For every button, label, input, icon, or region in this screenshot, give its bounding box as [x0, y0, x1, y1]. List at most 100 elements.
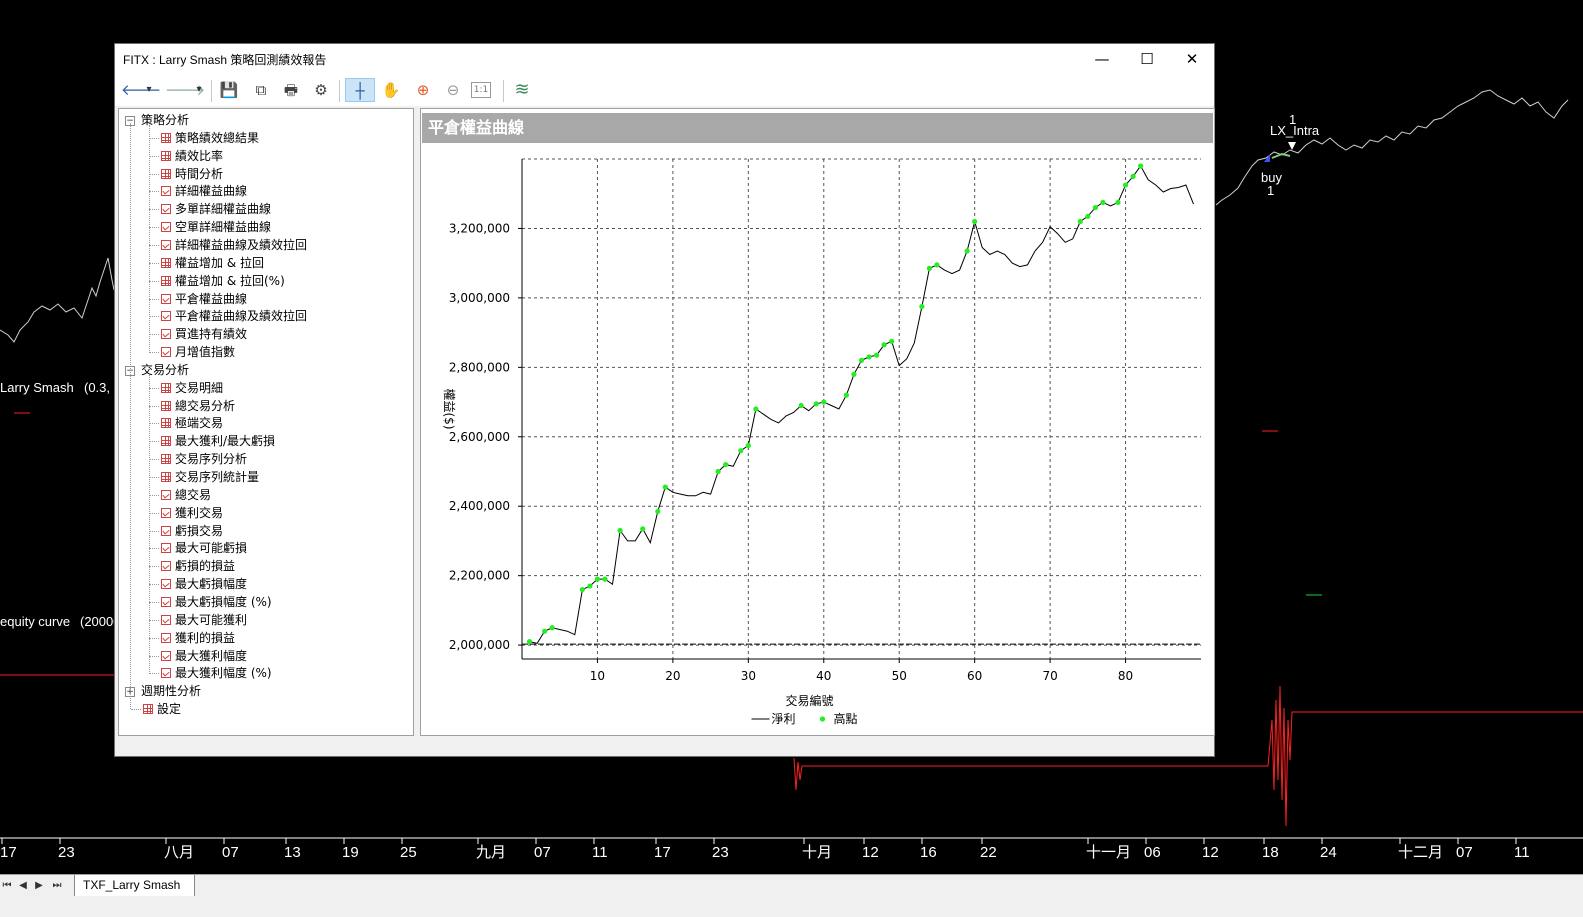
date-axis-label: 九月	[476, 844, 506, 861]
x-tick-label: 30	[741, 669, 756, 683]
high-point-marker	[715, 468, 721, 475]
high-point-marker	[813, 401, 819, 407]
tree-item[interactable]: 買進持有績效	[161, 325, 247, 343]
tree-item[interactable]: 交易明細	[161, 379, 223, 397]
tree-item[interactable]: 虧損的損益	[161, 557, 235, 575]
forward-dropdown-icon[interactable]: ▾	[193, 78, 205, 102]
high-point-marker	[1122, 182, 1129, 188]
tree-item-settings[interactable]: 設定	[143, 700, 181, 718]
table-report-icon	[161, 400, 171, 411]
tree-connector	[149, 209, 159, 211]
print-icon[interactable]: 🖶	[279, 78, 303, 102]
curve-chart-icon[interactable]: ≋	[510, 78, 534, 102]
tree-item[interactable]: 總交易	[161, 486, 211, 504]
strategy-indicator-params: (0.3,	[84, 380, 110, 395]
tree-item[interactable]: 總交易分析	[161, 397, 235, 415]
window-titlebar[interactable]: FITX : Larry Smash 策略回測績效報告 — ☐ ✕	[115, 44, 1214, 74]
date-axis-label: 十月	[802, 844, 832, 861]
high-point-marker	[934, 262, 940, 268]
high-point-marker	[723, 461, 729, 468]
high-point-marker	[1092, 205, 1098, 211]
tree-item[interactable]: 最大獲利幅度 (%)	[161, 664, 272, 682]
y-axis-label: 權益($)	[442, 389, 456, 430]
pan-hand-icon[interactable]: ✋	[379, 78, 403, 102]
tree-item[interactable]: 時間分析	[161, 165, 223, 183]
zoom-reset-icon[interactable]: 1:1	[471, 82, 491, 98]
tree-item[interactable]: 最大可能獲利	[161, 611, 247, 629]
tree-item-label: 最大可能獲利	[175, 612, 248, 627]
chart-report-icon	[161, 311, 171, 322]
prev-sheet-icon[interactable]: ◀	[16, 879, 30, 893]
tree-item[interactable]: 獲利的損益	[161, 629, 235, 647]
tree-connector	[149, 619, 159, 621]
tree-item[interactable]: 權益增加 & 拉回(%)	[161, 272, 285, 290]
tree-item[interactable]: 月增值指數	[161, 343, 235, 361]
date-axis-label: 16	[920, 844, 937, 861]
back-dropdown-icon[interactable]: ▾	[143, 78, 155, 102]
tree-item[interactable]: 空單詳細權益曲線	[161, 218, 271, 236]
date-axis-label: 19	[342, 844, 359, 861]
high-point-marker	[851, 371, 857, 377]
save-icon[interactable]: 💾	[217, 78, 241, 102]
minimize-button[interactable]: —	[1079, 44, 1125, 74]
high-point-marker	[587, 583, 593, 589]
tree-connector	[149, 477, 159, 478]
price-trace-left	[0, 257, 115, 343]
tree-item[interactable]: 詳細權益曲線及績效拉回	[161, 236, 307, 254]
chart-report-icon	[161, 543, 171, 554]
high-point-marker	[745, 442, 751, 449]
close-button[interactable]: ✕	[1169, 44, 1215, 74]
strategy-indicator-label: Larry Smash	[0, 380, 74, 395]
zoom-out-icon[interactable]: ⊖	[441, 78, 465, 102]
tree-item[interactable]: 詳細權益曲線	[161, 182, 247, 200]
maximize-button[interactable]: ☐	[1124, 44, 1170, 74]
equity-trace-spike	[1267, 685, 1583, 827]
legend-high-point: 高點	[834, 711, 858, 726]
chart-report-icon	[161, 596, 171, 607]
next-sheet-icon[interactable]: ▶	[32, 879, 46, 893]
tree-item-label: 平倉權益曲線及績效拉回	[175, 309, 308, 324]
high-point-marker	[1115, 199, 1121, 206]
crosshair-icon[interactable]: ┼	[345, 78, 375, 102]
last-sheet-icon[interactable]: ⏭	[50, 879, 64, 893]
tree-item[interactable]: 最大虧損幅度 (%)	[161, 593, 272, 611]
y-tick-label: 2,200,000	[449, 569, 510, 583]
tree-item-label: 最大虧損幅度 (%)	[175, 594, 272, 609]
tree-item[interactable]: 平倉權益曲線及績效拉回	[161, 307, 307, 325]
tree-item[interactable]: 策略績效總結果	[161, 129, 259, 147]
gear-icon[interactable]: ⚙	[309, 78, 333, 102]
signal-exit-label: LX_Intra	[1270, 123, 1320, 138]
tree-item-label: 獲利交易	[175, 505, 224, 520]
tree-item[interactable]: 多單詳細權益曲線	[161, 200, 271, 218]
tree-item[interactable]: 最大獲利/最大虧損	[161, 432, 275, 450]
tree-item[interactable]: 最大虧損幅度	[161, 575, 247, 593]
zoom-in-icon[interactable]: ⊕	[411, 78, 435, 102]
forward-arrow-icon[interactable]: 🡒	[165, 78, 205, 102]
table-report-icon	[161, 454, 171, 465]
tree-item-label: 獲利的損益	[175, 630, 236, 645]
tree-item[interactable]: 平倉權益曲線	[161, 290, 247, 308]
tree-item[interactable]: 最大可能虧損	[161, 539, 247, 557]
tree-group-2[interactable]: 週期性分析	[141, 682, 201, 700]
high-point-marker	[926, 265, 932, 271]
tree-item[interactable]: 最大獲利幅度	[161, 647, 247, 665]
tree-item[interactable]: 交易序列統計量	[161, 468, 259, 486]
copy-icon[interactable]: ⧉	[249, 78, 273, 102]
date-axis: 17 23 八月 07 13 19 25 九月 07 11 17 23 十月 12 16 22 十一月 06 12 1…	[0, 838, 1530, 861]
settings-table-icon	[143, 704, 153, 715]
back-arrow-icon[interactable]: 🡐	[121, 78, 161, 102]
tree-item[interactable]: 極端交易	[161, 414, 223, 432]
legend-dot-swatch	[819, 716, 826, 722]
tree-connector	[149, 227, 159, 229]
tree-item[interactable]: 虧損交易	[161, 522, 223, 540]
high-point-marker	[972, 218, 978, 225]
sheet-tab-txf-larry-smash[interactable]: TXF_Larry Smash	[74, 875, 196, 897]
tree-item[interactable]: 獲利交易	[161, 504, 223, 522]
tree-item[interactable]: 交易序列分析	[161, 450, 247, 468]
date-axis-label: 17	[0, 844, 17, 861]
high-point-marker	[964, 248, 970, 254]
tree-item-label: 平倉權益曲線	[175, 291, 248, 306]
first-sheet-icon[interactable]: ⏮	[0, 879, 14, 893]
tree-item[interactable]: 權益增加 & 拉回	[161, 254, 264, 272]
tree-item[interactable]: 績效比率	[161, 147, 223, 165]
